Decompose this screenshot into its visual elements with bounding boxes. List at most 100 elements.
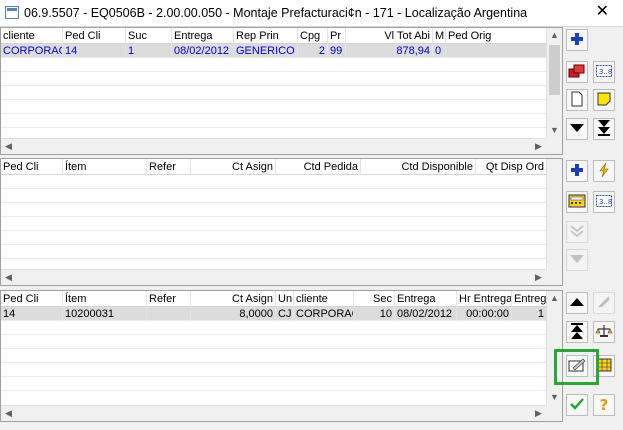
horizontal-scrollbar[interactable]: ◀ ▶	[1, 269, 546, 285]
scroll-up-icon[interactable]: ▲	[547, 291, 562, 306]
app-icon	[5, 6, 19, 19]
close-button[interactable]: ✕	[596, 3, 609, 21]
confirm-icon	[569, 397, 585, 414]
col-header[interactable]: Un	[276, 291, 294, 307]
table-row[interactable]	[1, 175, 546, 189]
col-header[interactable]: Ctd Disponible	[361, 159, 476, 175]
down-filled-icon	[570, 254, 584, 267]
next-button[interactable]	[566, 118, 588, 140]
col-header[interactable]: Cpg	[298, 28, 328, 44]
horizontal-scrollbar[interactable]: ◀ ▶	[1, 138, 546, 154]
col-header[interactable]: Refer	[147, 159, 191, 175]
scroll-left-icon[interactable]: ◀	[1, 406, 16, 421]
col-header[interactable]: Refer	[147, 291, 191, 307]
col-header[interactable]: Ct Asign	[191, 159, 276, 175]
col-header[interactable]: Ctd Pedida	[276, 159, 361, 175]
table-row[interactable]	[1, 363, 546, 377]
table-row[interactable]	[1, 72, 546, 86]
help-button[interactable]: ?	[593, 394, 615, 416]
scroll-down-icon[interactable]: ▼	[547, 123, 562, 138]
scroll-right-icon[interactable]: ▶	[531, 139, 546, 154]
cell-rep-prin: GENERICO	[234, 44, 298, 58]
table-row[interactable]	[1, 58, 546, 72]
col-header[interactable]: Ítem	[63, 291, 147, 307]
col-header[interactable]: Ped Cli	[63, 28, 126, 44]
table-row[interactable]	[1, 114, 546, 128]
col-header[interactable]: Ct Asign	[191, 291, 276, 307]
table-row[interactable]: CORPORAC 14 1 08/02/2012 GENERICO 2 99 8…	[1, 44, 547, 58]
table-row[interactable]	[1, 100, 546, 114]
scroll-corner	[546, 138, 562, 154]
vertical-scrollbar[interactable]: ▲ ▼	[546, 28, 562, 154]
scroll-left-icon[interactable]: ◀	[1, 139, 16, 154]
scroll-thumb[interactable]	[549, 45, 560, 95]
table-row[interactable]	[1, 321, 546, 335]
expand-all-button[interactable]	[566, 221, 588, 243]
col-header[interactable]: cliente	[1, 28, 63, 44]
col-header[interactable]: Hr Entrega	[457, 291, 512, 307]
cell-m: 0	[433, 44, 446, 58]
col-header[interactable]: Entrega	[395, 291, 457, 307]
collapse-button[interactable]	[566, 249, 588, 271]
grid-asignados[interactable]: Ped Cli Ítem Refer Ct Asign Un cliente S…	[0, 290, 563, 422]
grid-header: cliente Ped Cli Suc Entrega Rep Prin Cpg…	[1, 28, 547, 44]
new-doc-button[interactable]	[566, 89, 588, 111]
vertical-scrollbar[interactable]	[546, 159, 562, 285]
add-button[interactable]	[566, 29, 588, 51]
up-icon	[570, 297, 584, 310]
horizontal-scrollbar[interactable]: ◀ ▶	[1, 405, 546, 421]
col-header[interactable]: M	[433, 28, 446, 44]
grid-pedidos[interactable]: cliente Ped Cli Suc Entrega Rep Prin Cpg…	[0, 27, 563, 155]
prev-button[interactable]	[566, 292, 588, 314]
cell-entrega: 08/02/2012	[395, 307, 457, 321]
title-bar: 06.9.5507 - EQ0506B - 2.00.00.050 - Mont…	[0, 0, 623, 27]
col-header[interactable]: Entreg	[512, 291, 547, 307]
grid-items[interactable]: Ped Cli Ítem Refer Ct Asign Ctd Pedida C…	[0, 158, 563, 286]
col-header[interactable]: Qt Disp Ord	[476, 159, 547, 175]
table-row[interactable]: 14 10200031 8,0000 CJ CORPORAC 10 08/02/…	[1, 307, 547, 321]
col-header[interactable]: Sec	[354, 291, 395, 307]
table-row[interactable]	[1, 245, 546, 259]
scroll-right-icon[interactable]: ▶	[531, 270, 546, 285]
col-header[interactable]: Ped Cli	[1, 159, 63, 175]
copy-records-button[interactable]	[566, 61, 588, 83]
col-header[interactable]: Ped Cli	[1, 291, 63, 307]
scroll-down-icon[interactable]: ▼	[547, 390, 562, 405]
table-row[interactable]	[1, 189, 546, 203]
table-row[interactable]	[1, 203, 546, 217]
table-row[interactable]	[1, 377, 546, 391]
calculator-button[interactable]	[566, 191, 588, 213]
svg-text:3..8: 3..8	[599, 68, 612, 76]
col-header[interactable]: Pr	[328, 28, 346, 44]
last-button[interactable]	[593, 118, 615, 140]
range-item-button[interactable]: 3..8	[593, 191, 615, 213]
cell-item: 10200031	[63, 307, 147, 321]
col-header[interactable]: Vl Tot Abi	[346, 28, 433, 44]
scroll-up-icon[interactable]: ▲	[547, 28, 562, 43]
table-row[interactable]	[1, 335, 546, 349]
note-button[interactable]	[593, 89, 615, 111]
table-row[interactable]	[1, 217, 546, 231]
col-header[interactable]: Entrega	[172, 28, 234, 44]
col-header[interactable]: Suc	[126, 28, 172, 44]
calculator-icon	[568, 193, 586, 212]
scroll-right-icon[interactable]: ▶	[531, 406, 546, 421]
scroll-left-icon[interactable]: ◀	[1, 270, 16, 285]
first-button[interactable]	[566, 321, 588, 343]
col-header[interactable]: Ped Orig	[446, 28, 547, 44]
table-row[interactable]	[1, 231, 546, 245]
lightning-icon	[596, 162, 612, 181]
grid-header: Ped Cli Ítem Refer Ct Asign Ctd Pedida C…	[1, 159, 547, 175]
grid-header: Ped Cli Ítem Refer Ct Asign Un cliente S…	[1, 291, 547, 307]
confirm-button[interactable]	[566, 394, 588, 416]
col-header[interactable]: Ítem	[63, 159, 147, 175]
col-header[interactable]: cliente	[294, 291, 354, 307]
range-button[interactable]: 3..8	[593, 61, 615, 83]
col-header[interactable]: Rep Prin	[234, 28, 298, 44]
table-row[interactable]	[1, 86, 546, 100]
lightning-button[interactable]	[593, 160, 615, 182]
add-item-button[interactable]	[566, 160, 588, 182]
table-row[interactable]	[1, 349, 546, 363]
clear-button[interactable]	[593, 292, 615, 314]
rollback-button[interactable]	[593, 321, 615, 343]
